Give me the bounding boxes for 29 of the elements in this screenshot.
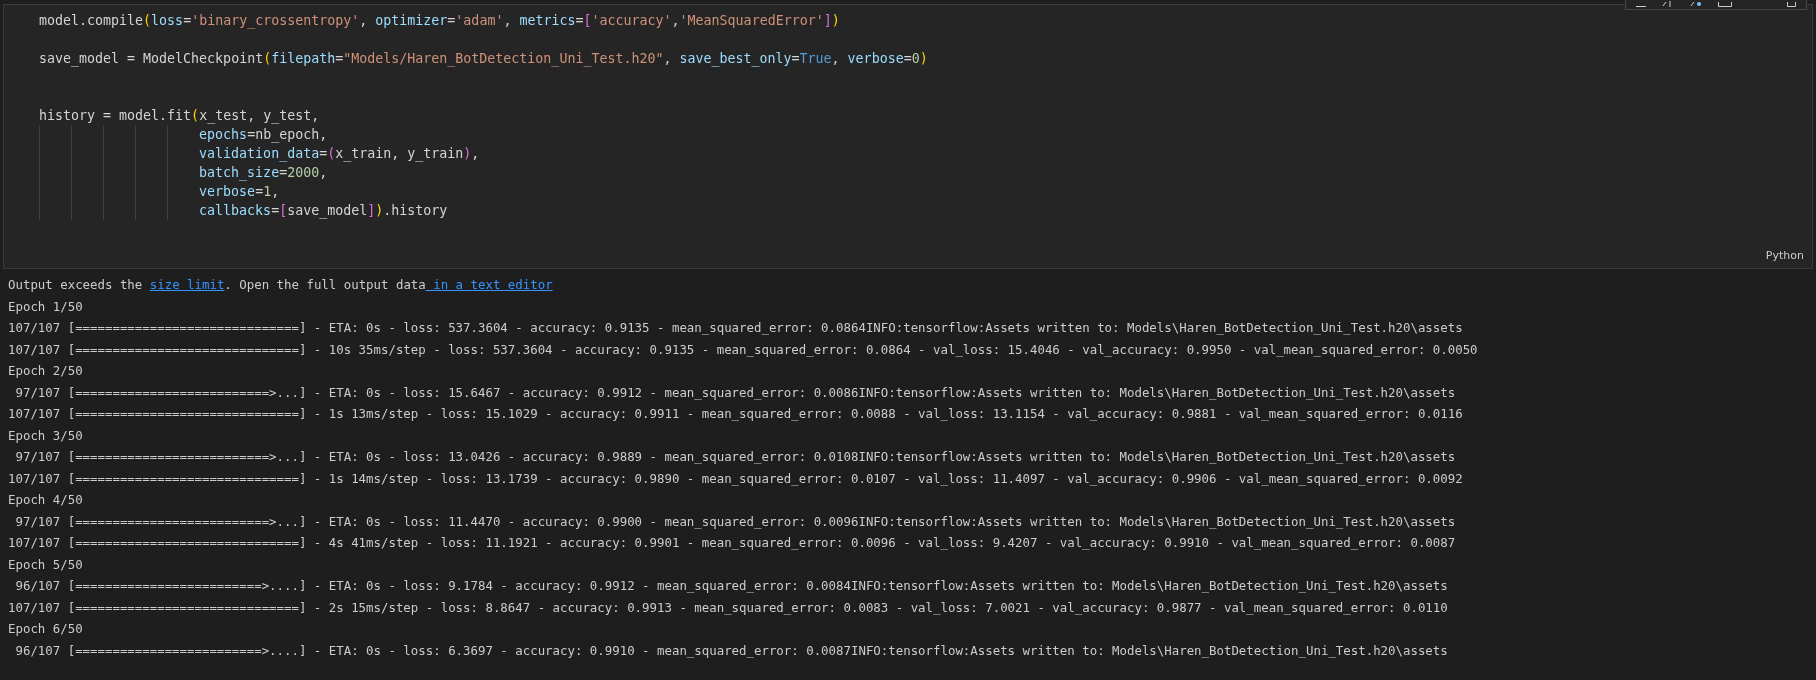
output-line: 96/107 [=========================>....] - ETA: 0s - loss: 9.1784 - accuracy: 0.9912 - mean_squared_error: 0.0084INFO:tensorflow:Assets written to: Models\Haren_BotDetection_Uni_Test.h20\assets	[14, 577, 1448, 596]
output-line: 107/107 [==============================] - ETA: 0s - loss: 537.3604 - accuracy: 0.9135 - mean_squared_error: 0.0864INFO:tensorflow:Assets written to: Models\Haren_BotDetection_Uni_Test.h20\assets	[8, 319, 1463, 338]
output-line: Epoch 4/50	[8, 491, 83, 510]
output-line: Epoch 3/50	[8, 426, 83, 445]
output-line: 107/107 [==============================] - 2s 15ms/step - loss: 8.8647 - accuracy: 0.9913 - mean_squared_error: 0.0083 - val_loss: 7.0021 - val_accuracy: 0.9877 - val_mean_squared_error: 0.0110	[8, 598, 1448, 617]
output-line: 107/107 [==============================] - 1s 13ms/step - loss: 15.1029 - accuracy: 0.9911 - mean_squared_error: 0.0088 - val_loss: 13.1154 - val_accuracy: 0.9881 - val_mean_squared_error: 0.0116	[8, 405, 1463, 424]
link[interactable]: in a text editor	[425, 276, 553, 296]
output-notice: Output exceeds the size limit. Open the full output data in a text editor	[8, 275, 1816, 297]
output-line: 97/107 [==========================>...] - ETA: 0s - loss: 15.6467 - accuracy: 0.9912 - mean_squared_error: 0.0086INFO:tensorflow:Assets written to: Models\Haren_BotDetection_Uni_Test.h20\assets	[14, 383, 1456, 402]
output-line: Epoch 2/50	[8, 362, 83, 381]
language-label[interactable]: Python	[1765, 247, 1804, 264]
output-line: Epoch 6/50	[8, 620, 83, 639]
output-line: 107/107 [==============================] - 4s 41ms/step - loss: 11.1921 - accuracy: 0.9901 - mean_squared_error: 0.0096 - val_loss: 9.4207 - val_accuracy: 0.9910 - val_mean_squared_error: 0.0087	[8, 534, 1456, 553]
output-line: Epoch 1/50	[8, 297, 83, 316]
output-line: 97/107 [==========================>...] - ETA: 0s - loss: 11.4470 - accuracy: 0.9900 - mean_squared_error: 0.0096INFO:tensorflow:Assets written to: Models\Haren_BotDetection_Uni_Test.h20\assets	[14, 512, 1456, 531]
output-line: 97/107 [==========================>...] - ETA: 0s - loss: 13.0426 - accuracy: 0.9889 - mean_squared_error: 0.0108INFO:tensorflow:Assets written to: Models\Haren_BotDetection_Uni_Test.h20\assets	[14, 448, 1456, 467]
output-line: 96/107 [=========================>....] - ETA: 0s - loss: 6.3697 - accuracy: 0.9910 - mean_squared_error: 0.0087INFO:tensorflow:Assets written to: Models\Haren_BotDetection_Uni_Test.h20\assets	[14, 641, 1448, 660]
code-line: callbacks=[save_model]).history	[199, 201, 448, 221]
code-line: validation_data=(x_train, y_train),	[199, 144, 480, 164]
output-line: 107/107 [==============================] - 1s 14ms/step - loss: 13.1739 - accuracy: 0.9890 - mean_squared_error: 0.0107 - val_loss: 11.4097 - val_accuracy: 0.9906 - val_mean_squared_error: 0.0092	[8, 469, 1463, 488]
code-line: verbose=1,	[199, 182, 280, 201]
code-line: model.compile(loss='binary_crossentropy', optimizer='adam', metrics=['accuracy','MeanSquaredError'])	[39, 11, 840, 31]
code-line: batch_size=2000,	[199, 163, 328, 183]
code-line: history = model.fit(x_test, y_test,	[39, 106, 320, 126]
code-line: epochs=nb_epoch,	[199, 125, 328, 145]
output-line: 107/107 [==============================] - 10s 35ms/step - loss: 537.3604 - accuracy: 0.9135 - mean_squared_error: 0.0864 - val_loss: 15.4046 - val_accuracy: 0.9950 - val_mean_squared_error: 0.0050	[8, 340, 1478, 359]
code-line: save_model = ModelCheckpoint(filepath="Models/Haren_BotDetection_Uni_Test.h20", save_best_only=True, verbose=0)	[39, 49, 928, 69]
link[interactable]: size limit	[149, 276, 225, 296]
output-line: Epoch 5/50	[8, 555, 83, 574]
